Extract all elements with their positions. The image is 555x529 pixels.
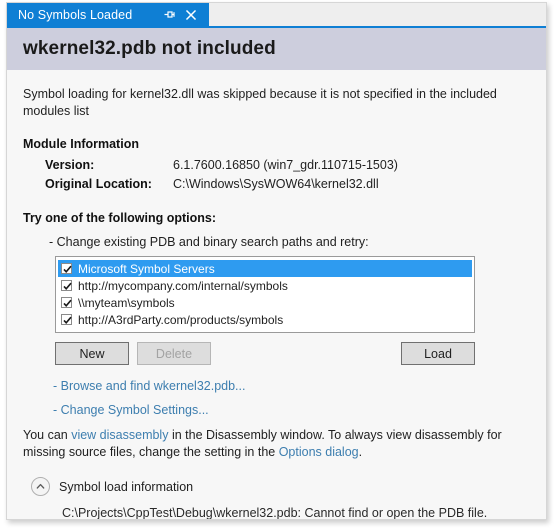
- table-row: Version: 6.1.7600.16850 (win7_gdr.110715…: [45, 158, 398, 177]
- change-symbol-settings-link[interactable]: - Change Symbol Settings...: [53, 403, 530, 417]
- delete-button: Delete: [137, 342, 211, 365]
- close-icon[interactable]: [181, 5, 200, 24]
- no-symbols-loaded-window: No Symbols Loaded wkernel32.pdb not incl…: [6, 2, 547, 520]
- tab-no-symbols-loaded[interactable]: No Symbols Loaded: [7, 3, 209, 26]
- link-dash: -: [53, 379, 61, 393]
- listbox-button-row: New Delete Load: [55, 342, 475, 365]
- symbol-load-log: C:\Projects\CppTest\Debug\wkernel32.pdb:…: [62, 505, 530, 520]
- symbol-load-information-expander[interactable]: Symbol load information: [31, 477, 530, 496]
- log-line: C:\Projects\CppTest\Debug\wkernel32.pdb:…: [62, 506, 488, 520]
- header-band: wkernel32.pdb not included: [7, 28, 546, 70]
- tab-strip: No Symbols Loaded: [7, 3, 546, 28]
- action-links: - Browse and find wkernel32.pdb... - Cha…: [53, 379, 530, 417]
- checkbox-icon[interactable]: [61, 280, 72, 291]
- change-paths-label: - Change existing PDB and binary search …: [49, 235, 369, 249]
- symbol-paths-listbox[interactable]: Microsoft Symbol Servers http://mycompan…: [55, 256, 475, 333]
- browse-and-find-link[interactable]: - Browse and find wkernel32.pdb...: [53, 379, 530, 393]
- module-information-table: Version: 6.1.7600.16850 (win7_gdr.110715…: [45, 158, 398, 196]
- note-part-1: You can: [23, 428, 72, 442]
- link-label: Change Symbol Settings...: [60, 403, 209, 417]
- chevron-up-icon[interactable]: [31, 477, 50, 496]
- intro-text: Symbol loading for kernel32.dll was skip…: [23, 87, 497, 118]
- list-item[interactable]: \\myteam\symbols: [58, 294, 472, 311]
- page-title: wkernel32.pdb not included: [23, 38, 276, 59]
- link-dash: -: [53, 403, 61, 417]
- view-disassembly-link[interactable]: view disassembly: [71, 428, 168, 442]
- checkbox-icon[interactable]: [61, 297, 72, 308]
- checkbox-icon[interactable]: [61, 263, 72, 274]
- list-item-label: http://A3rdParty.com/products/symbols: [78, 312, 284, 327]
- version-value: 6.1.7600.16850 (win7_gdr.110715-1503): [173, 158, 398, 172]
- new-button[interactable]: New: [55, 342, 129, 365]
- tab-title: No Symbols Loaded: [18, 7, 133, 22]
- checkbox-icon[interactable]: [61, 314, 72, 325]
- pin-icon[interactable]: [160, 5, 179, 24]
- list-item[interactable]: http://A3rdParty.com/products/symbols: [58, 311, 472, 328]
- window-body: Symbol loading for kernel32.dll was skip…: [7, 70, 546, 519]
- options-heading: Try one of the following options:: [23, 211, 217, 225]
- list-item-label: Microsoft Symbol Servers: [78, 261, 215, 276]
- original-location-label: Original Location:: [45, 177, 152, 191]
- screenshot-root: No Symbols Loaded wkernel32.pdb not incl…: [0, 0, 555, 529]
- note-part-3: .: [358, 445, 363, 459]
- table-row: Original Location: C:\Windows\SysWOW64\k…: [45, 177, 398, 196]
- list-item-label: http://mycompany.com/internal/symbols: [78, 278, 288, 293]
- original-location-value: C:\Windows\SysWOW64\kernel32.dll: [173, 177, 379, 191]
- version-label: Version:: [45, 158, 95, 172]
- link-label: Browse and find wkernel32.pdb...: [60, 379, 246, 393]
- list-item-label: \\myteam\symbols: [78, 295, 175, 310]
- module-information-heading: Module Information: [23, 137, 139, 151]
- list-item[interactable]: Microsoft Symbol Servers: [58, 260, 472, 277]
- load-button[interactable]: Load: [401, 342, 475, 365]
- disassembly-note: You can view disassembly in the Disassem…: [23, 427, 523, 461]
- list-item[interactable]: http://mycompany.com/internal/symbols: [58, 277, 472, 294]
- options-dialog-link[interactable]: Options dialog: [279, 445, 359, 459]
- expander-label: Symbol load information: [59, 479, 194, 494]
